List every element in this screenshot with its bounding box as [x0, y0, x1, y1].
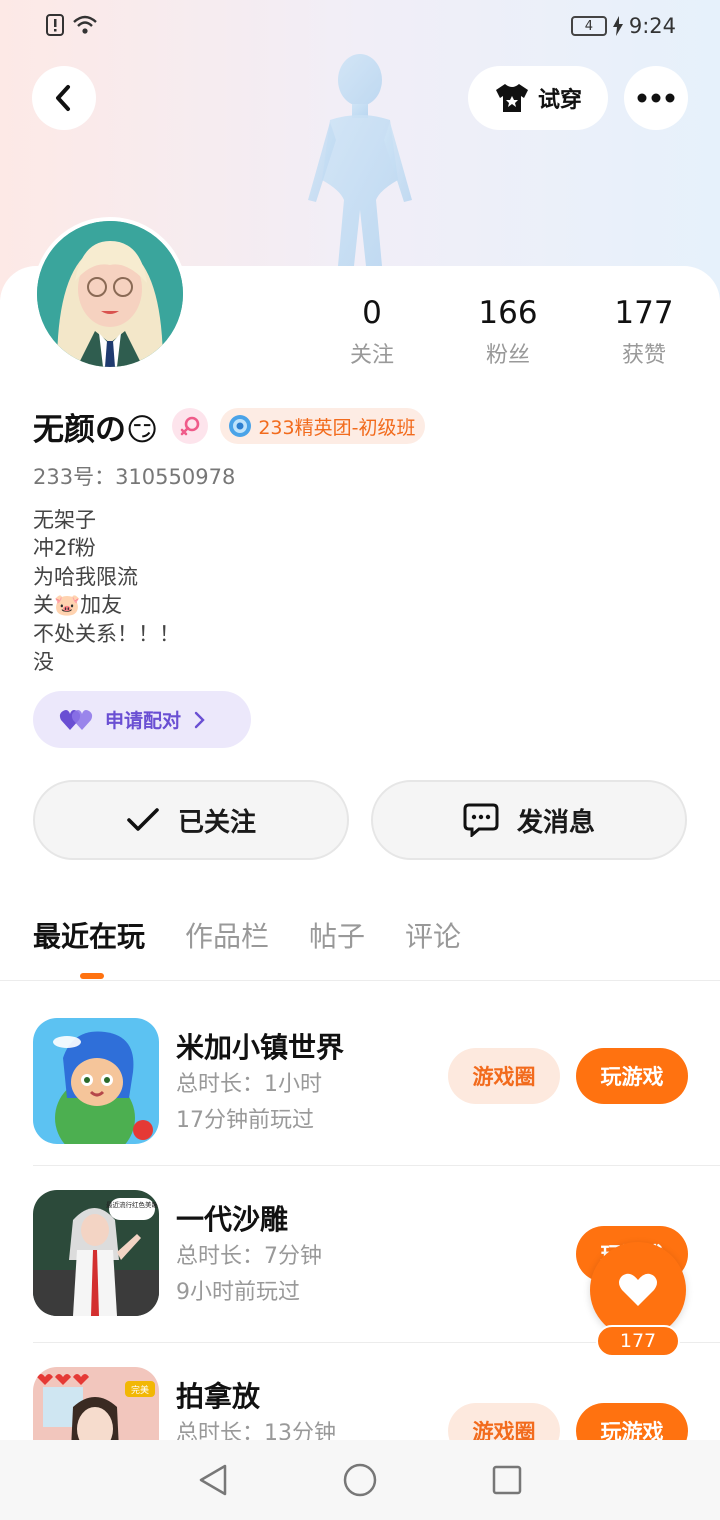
game-list-item[interactable]: 完美 拍拿放 总时长：13分钟 游戏圈 玩游戏 [0, 1367, 720, 1440]
like-button[interactable] [590, 1242, 686, 1338]
more-options-button[interactable] [624, 66, 688, 130]
recents-nav-icon[interactable] [492, 1465, 522, 1495]
game-duration: 总时长：7分钟 [176, 1244, 322, 1269]
game-last-played: 9小时前玩过 [176, 1280, 300, 1305]
followed-label: 已关注 [177, 807, 256, 838]
username: 无颜の😏 [33, 411, 159, 448]
try-on-button[interactable]: 试穿 [468, 66, 608, 130]
stat-followers-label: 粉丝 [485, 343, 530, 368]
user-id: 233号：310550978 [33, 465, 236, 489]
stat-likes[interactable]: 177 获赞 [584, 295, 704, 369]
tab-works[interactable]: 作品栏 [185, 915, 269, 959]
avatar-outfit-figure [308, 54, 412, 266]
double-heart-icon [59, 709, 93, 730]
game-icon [33, 1018, 159, 1144]
wifi-icon [73, 15, 97, 34]
stat-following-label: 关注 [349, 343, 394, 368]
stat-followers[interactable]: 166 粉丝 [448, 295, 568, 369]
back-button[interactable] [32, 66, 96, 130]
avatar-image [37, 221, 183, 367]
tab-comments[interactable]: 评论 [405, 915, 461, 959]
heart-icon [619, 1273, 657, 1306]
stat-followers-count: 166 [478, 295, 538, 331]
tshirt-icon [495, 84, 528, 112]
more-dots-icon [637, 93, 675, 103]
profile-tabs: 最近在玩 作品栏 帖子 评论 [33, 915, 461, 959]
game-list-item[interactable]: 米加小镇世界 总时长：1小时 17分钟前玩过 游戏圈 玩游戏 [0, 1018, 720, 1194]
active-tab-indicator [80, 973, 104, 979]
battery-indicator: 4 [570, 16, 607, 36]
send-message-label: 发消息 [516, 807, 595, 838]
clock: 9:24 [628, 14, 676, 38]
chevron-right-icon [194, 711, 205, 728]
tab-posts[interactable]: 帖子 [309, 915, 365, 959]
game-duration: 总时长：1小时 [176, 1072, 322, 1097]
bio-line: 关🐷加友 [33, 593, 123, 618]
game-title: 米加小镇世界 [176, 1031, 345, 1064]
back-nav-icon[interactable] [198, 1463, 228, 1497]
apply-pair-button[interactable]: 申请配对 [33, 691, 251, 748]
home-nav-icon[interactable] [343, 1463, 377, 1497]
elite-team-badge[interactable]: 233精英团-初级班 [220, 408, 426, 444]
game-icon: 最近流行红色美瞳 [33, 1190, 159, 1316]
game-duration: 总时长：13分钟 [176, 1421, 336, 1440]
status-bar: 4 9:24 [0, 0, 720, 54]
row-divider [33, 1165, 720, 1166]
bio-line: 无架子 [33, 508, 96, 532]
tab-divider [0, 980, 720, 981]
play-game-button[interactable]: 玩游戏 [576, 1403, 688, 1440]
username-row: 无颜の😏 233精英团-初级班 [33, 404, 426, 448]
game-icon: 完美 [33, 1367, 159, 1440]
stat-following-count: 0 [362, 295, 382, 331]
tab-recently-played[interactable]: 最近在玩 [33, 915, 145, 959]
chevron-left-icon [56, 85, 70, 111]
user-bio: 无架子 冲2f粉 为哈我限流 关🐷加友 不处关系！！！ 没 [33, 506, 180, 676]
badge-medal-icon [229, 415, 252, 437]
stat-likes-count: 177 [614, 295, 674, 331]
chat-bubble-icon [463, 803, 499, 837]
icon-caption: 最近流行红色美瞳 [106, 1200, 159, 1209]
game-circle-button[interactable]: 游戏圈 [448, 1403, 560, 1440]
bio-line: 冲2f粉 [33, 536, 96, 561]
play-game-button[interactable]: 玩游戏 [576, 1048, 688, 1104]
send-message-button[interactable]: 发消息 [371, 780, 687, 860]
female-icon [172, 408, 209, 444]
game-title: 拍拿放 [176, 1380, 261, 1413]
bio-line: 没 [33, 650, 54, 675]
system-navigation-bar [0, 1440, 720, 1520]
charging-icon [612, 16, 623, 36]
game-title: 一代沙雕 [176, 1203, 289, 1236]
game-last-played: 17分钟前玩过 [176, 1108, 314, 1133]
like-count: 177 [596, 1325, 680, 1357]
bio-line: 为哈我限流 [33, 564, 138, 589]
checkmark-icon [127, 808, 159, 831]
try-on-label: 试穿 [537, 88, 582, 113]
alert-icon [46, 14, 64, 36]
badge-label: 233精英团-初级班 [258, 416, 416, 439]
game-circle-button[interactable]: 游戏圈 [448, 1048, 560, 1104]
apply-pair-label: 申请配对 [105, 710, 182, 732]
icon-caption: 完美 [131, 1384, 149, 1396]
stat-likes-label: 获赞 [621, 343, 666, 368]
bio-line: 不处关系！！！ [33, 621, 180, 646]
followed-button[interactable]: 已关注 [33, 780, 349, 860]
user-avatar[interactable] [33, 217, 187, 371]
stat-following[interactable]: 0 关注 [312, 295, 432, 369]
